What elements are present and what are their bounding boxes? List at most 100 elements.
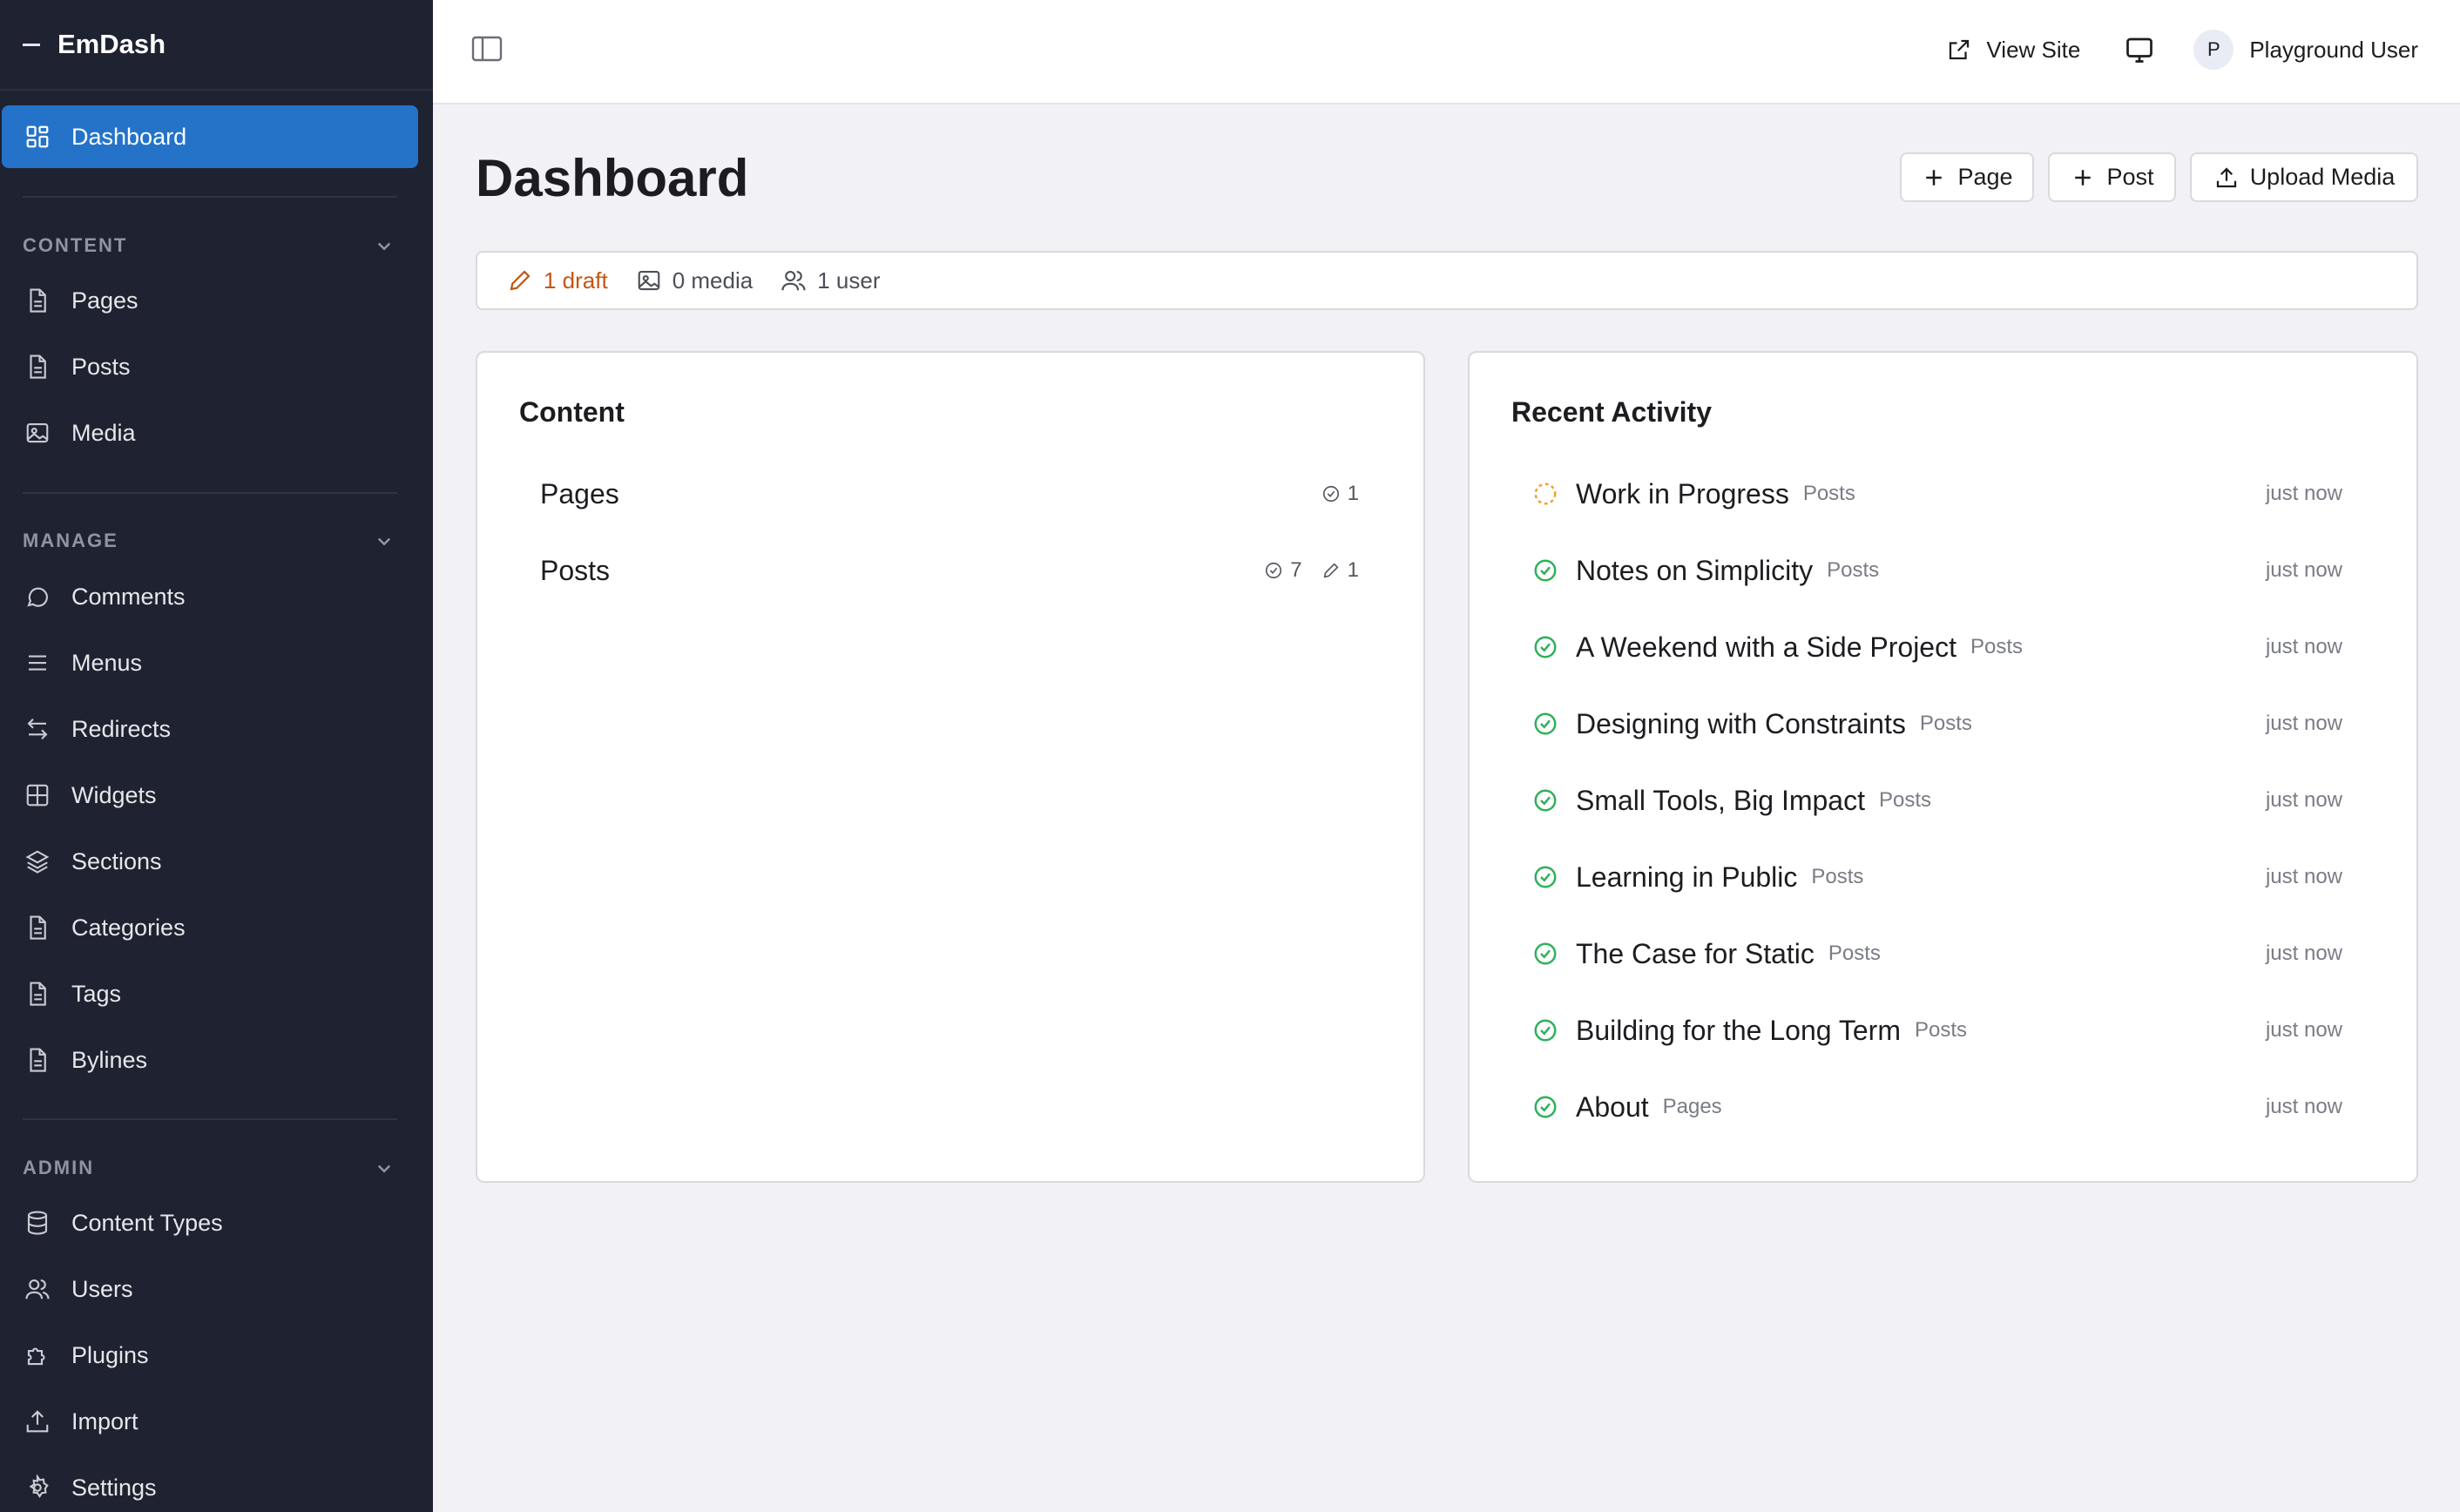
widgets-grid-icon [24,782,51,808]
published-number: 1 [1347,482,1359,505]
view-site-link[interactable]: View Site [1946,37,2080,64]
activity-item[interactable]: A Weekend with a Side Project Posts just n… [1532,621,2342,673]
check-circle-icon [1264,561,1283,580]
chevron-down-icon [371,1155,397,1181]
upload-media-button[interactable]: Upload Media [2190,152,2418,202]
sidebar-item-content-types[interactable]: Content Types [0,1197,433,1249]
sidebar-item-settings[interactable]: Settings [0,1461,433,1512]
activity-item[interactable]: Learning in Public Posts just now [1532,851,2342,903]
view-site-label: View Site [1986,36,2081,63]
brand-name: EmDash [57,29,166,59]
activity-collection: Posts [1878,788,1932,812]
activity-collection: Posts [1914,1018,1967,1042]
section-heading: CONTENT [23,234,128,256]
activity-title: Notes on Simplicity [1576,554,1814,586]
sidebar-item-label: Import [71,1407,139,1434]
activity-timestamp: just now [2265,558,2342,582]
upload-icon [2213,165,2240,191]
sidebar-item-label: Widgets [71,781,157,808]
avatar[interactable]: P [2193,30,2234,70]
activity-timestamp: just now [2265,635,2342,658]
sidebar-item-dashboard[interactable]: Dashboard [2,105,418,168]
section-toggle-content[interactable]: CONTENT [23,230,397,261]
users-icon [781,267,807,294]
sidebar-toggle-icon[interactable] [471,35,503,63]
sidebar-item-label: Posts [71,353,131,380]
sidebar-item-label: Tags [71,980,122,1007]
sidebar-item-media[interactable]: Media [0,407,433,459]
activity-item[interactable]: About Pages just now [1532,1081,2342,1133]
users-stat[interactable]: 1 user [781,267,880,294]
content-type-name: Posts [540,554,611,586]
activity-item[interactable]: Building for the Long Term Posts just now [1532,1004,2342,1056]
sidebar-item-label: Settings [71,1474,157,1501]
user-name[interactable]: Playground User [2249,37,2418,64]
activity-collection: Posts [1827,558,1880,582]
sidebar-item-sections[interactable]: Sections [0,835,433,888]
sidebar-item-redirects[interactable]: Redirects [0,703,433,755]
activity-item[interactable]: Designing with Constraints Posts just now [1532,698,2342,750]
sidebar-item-categories[interactable]: Categories [0,901,433,954]
draft-status-icon [1532,481,1558,507]
published-status-icon [1532,634,1558,660]
new-page-label: Page [1957,164,2013,190]
section-divider [23,196,397,198]
page-icon [24,981,51,1007]
sidebar-item-pages[interactable]: Pages [0,274,433,327]
published-count: 7 [1264,558,1302,583]
sidebar-item-posts[interactable]: Posts [0,341,433,393]
sidebar-item-import[interactable]: Import [0,1395,433,1448]
sidebar-item-tags[interactable]: Tags [0,968,433,1020]
page-icon [24,915,51,941]
sidebar-item-bylines[interactable]: Bylines [0,1034,433,1086]
published-status-icon [1532,864,1558,890]
activity-title: Work in Progress [1576,477,1789,510]
section-divider [23,1118,397,1120]
menu-lines-icon [24,650,51,676]
activity-collection: Posts [1811,865,1864,888]
card-title: Recent Activity [1511,396,1712,428]
topbar: View Site P Playground User [433,0,2460,105]
content-row-posts[interactable]: Posts 7 1 [540,544,1411,597]
activity-timestamp: just now [2265,788,2342,812]
activity-item[interactable]: Small Tools, Big Impact Posts just now [1532,774,2342,827]
monitor-icon[interactable] [2124,34,2155,65]
pencil-icon [1321,561,1341,580]
activity-timestamp: just now [2265,865,2342,888]
new-page-button[interactable]: Page [1900,152,2034,202]
sidebar-item-widgets[interactable]: Widgets [0,769,433,821]
activity-collection: Pages [1662,1095,1722,1118]
content-row-pages[interactable]: Pages 1 [540,468,1411,520]
image-icon [24,420,51,446]
section-toggle-manage[interactable]: MANAGE [23,525,397,557]
sidebar-item-label: Dashboard [71,123,187,150]
section-toggle-admin[interactable]: ADMIN [23,1152,397,1184]
users-count: 1 user [817,267,881,294]
drafts-stat[interactable]: 1 draft [507,267,608,294]
activity-collection: Posts [1919,712,1972,735]
new-post-button[interactable]: Post [2048,152,2176,202]
activity-item[interactable]: Notes on Simplicity Posts just now [1532,544,2342,597]
sidebar-item-plugins[interactable]: Plugins [0,1329,433,1381]
sidebar-item-users[interactable]: Users [0,1263,433,1315]
published-status-icon [1532,787,1558,813]
published-status-icon [1532,1017,1558,1043]
sidebar-item-label: Sections [71,847,162,874]
brand[interactable]: EmDash [0,0,433,91]
media-stat[interactable]: 0 media [636,267,753,294]
sidebar-item-comments[interactable]: Comments [0,570,433,623]
activity-item[interactable]: Work in Progress Posts just now [1532,468,2342,520]
layers-icon [24,848,51,874]
plus-icon [1921,165,1947,191]
activity-title: The Case for Static [1576,937,1815,969]
sidebar-item-label: Users [71,1275,133,1302]
sidebar-item-menus[interactable]: Menus [0,637,433,689]
upload-icon [24,1408,51,1434]
activity-title: Learning in Public [1576,861,1798,893]
section-heading: MANAGE [23,530,118,551]
published-number: 7 [1290,558,1302,582]
activity-timestamp: just now [2265,1095,2342,1118]
comment-icon [24,584,51,610]
published-status-icon [1532,711,1558,737]
activity-item[interactable]: The Case for Static Posts just now [1532,928,2342,980]
